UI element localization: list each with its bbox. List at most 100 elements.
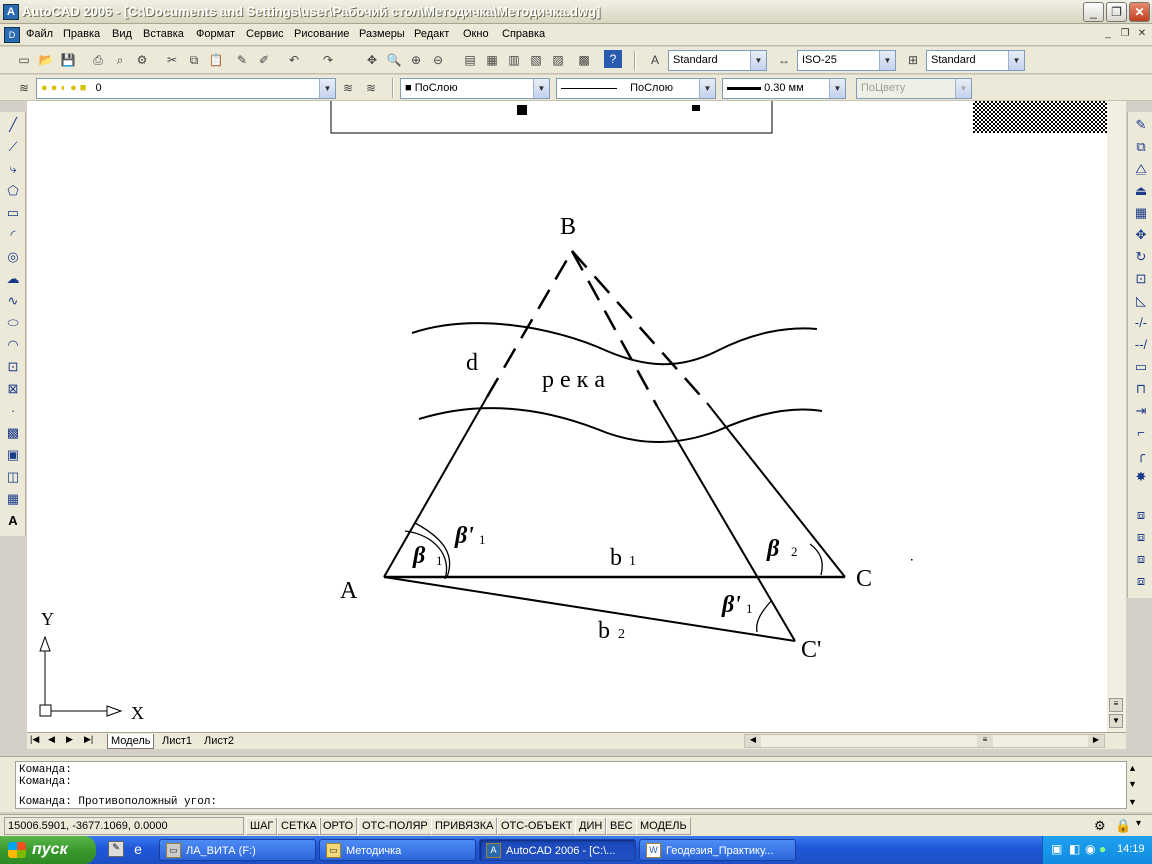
trim-icon[interactable]: -/- — [1131, 313, 1151, 333]
tray-settings-icon[interactable]: ▾ — [1136, 818, 1141, 829]
spline-icon[interactable]: ∿ — [3, 291, 23, 311]
dim-style-icon[interactable]: ↔ — [774, 50, 794, 70]
multiline-text-icon[interactable]: A — [3, 511, 23, 531]
move-icon[interactable]: ✥ — [1131, 225, 1151, 245]
layer-combo[interactable]: ● ● ◐ ● ■ 0 ▼ — [36, 78, 336, 99]
circle-icon[interactable]: ◎ — [3, 247, 23, 267]
paste-icon[interactable]: 📋 — [206, 50, 226, 70]
arc-icon[interactable]: ◜ — [3, 225, 23, 245]
task-autocad[interactable]: A AutoCAD 2006 - [C:\... — [479, 839, 636, 861]
menu-file[interactable]: Файл — [26, 28, 53, 40]
menu-edit[interactable]: Правка — [63, 28, 100, 40]
menu-dimension[interactable]: Размеры — [359, 28, 405, 40]
tab-layout1[interactable]: Лист1 — [159, 734, 195, 749]
rotate-icon[interactable]: ↻ — [1131, 247, 1151, 267]
toggle-polar[interactable]: ОТС-ПОЛЯР — [358, 817, 432, 835]
match-properties-icon[interactable]: ✎ — [232, 50, 252, 70]
doc-restore-button[interactable]: ❐ — [1117, 26, 1133, 42]
mirror-icon[interactable]: ⧋ — [1131, 159, 1151, 179]
send-under-icon[interactable]: ⧈ — [1131, 571, 1151, 591]
draw-order-back-icon[interactable]: ⧈ — [1131, 527, 1151, 547]
draw-order-front-icon[interactable]: ⧈ — [1131, 505, 1151, 525]
volume-icon[interactable]: ◧ — [1069, 842, 1080, 856]
shield-icon[interactable]: ● — [1099, 842, 1106, 856]
river-bank-bottom[interactable] — [418, 407, 823, 443]
calculator-icon[interactable]: ▩ — [574, 50, 594, 70]
menu-view[interactable]: Вид — [112, 28, 132, 40]
scroll-left-icon[interactable]: ◀ — [745, 735, 761, 747]
menu-format[interactable]: Формат — [196, 28, 235, 40]
dim-style-combo[interactable]: ISO-25 ▼ — [797, 50, 896, 71]
internet-explorer-icon[interactable]: e — [130, 841, 146, 857]
chevron-down-icon[interactable]: ▼ — [879, 51, 895, 70]
sheet-set-icon[interactable]: ▧ — [526, 50, 546, 70]
scale-icon[interactable]: ⊡ — [1131, 269, 1151, 289]
text-style-icon[interactable]: A — [645, 50, 665, 70]
cmd-scroll-down-icon[interactable]: ▼ — [1128, 779, 1137, 789]
fillet-icon[interactable]: ╭ — [1131, 445, 1151, 465]
toggle-model[interactable]: МОДЕЛЬ — [636, 817, 691, 835]
network-icon[interactable]: ▣ — [1051, 842, 1062, 856]
toggle-ortho[interactable]: ОРТО — [319, 817, 358, 835]
antivirus-icon[interactable]: ◉ — [1085, 842, 1095, 856]
markup-icon[interactable]: ▨ — [548, 50, 568, 70]
join-icon[interactable]: ⇥ — [1131, 401, 1151, 421]
scroll-thumb[interactable]: ≡ — [977, 735, 993, 747]
make-block-icon[interactable]: ⊠ — [3, 379, 23, 399]
linetype-combo[interactable]: ПоСлою ▼ — [556, 78, 716, 99]
hatch-icon[interactable]: ▩ — [3, 423, 23, 443]
lock-icon[interactable]: 🔒 — [1115, 818, 1131, 834]
chevron-down-icon[interactable]: ▼ — [829, 79, 845, 98]
open-icon[interactable]: 📂 — [36, 50, 56, 70]
command-history[interactable]: Команда: Команда: Команда: Противоположный… — [15, 761, 1127, 809]
tab-last-icon[interactable]: ▶| — [84, 734, 93, 745]
new-icon[interactable]: ▭ — [14, 50, 34, 70]
chamfer-icon[interactable]: ⌐ — [1131, 423, 1151, 443]
start-button[interactable]: пуск — [0, 836, 96, 864]
block-editor-icon[interactable]: ✐ — [254, 50, 274, 70]
erase-icon[interactable]: ✎ — [1131, 115, 1151, 135]
tab-prev-icon[interactable]: ◀ — [48, 734, 55, 745]
line-icon[interactable]: ╱ — [3, 115, 23, 135]
scroll-thumb[interactable]: ≡ — [1109, 698, 1123, 712]
save-icon[interactable]: 💾 — [58, 50, 78, 70]
drawing-canvas[interactable]: B A C C' d р е к а b 1 b 2 β 1 β' 1 β 2 … — [27, 101, 1107, 732]
revision-cloud-icon[interactable]: ☁ — [3, 269, 23, 289]
toggle-lwt[interactable]: ВЕС — [606, 817, 637, 835]
tab-layout2[interactable]: Лист2 — [201, 734, 237, 749]
make-layer-current-icon[interactable]: ≋ — [338, 78, 358, 98]
toggle-otrack[interactable]: ОТС-ОБЪЕКТ — [497, 817, 577, 835]
point-icon[interactable]: · — [3, 401, 23, 421]
clock[interactable]: 14:19 — [1117, 843, 1145, 855]
tool-palettes-icon[interactable]: ▥ — [504, 50, 524, 70]
minimize-button[interactable]: _ — [1083, 2, 1104, 22]
text-style-combo[interactable]: Standard ▼ — [668, 50, 767, 71]
design-center-icon[interactable]: ▦ — [482, 50, 502, 70]
task-folder[interactable]: ▭ Методичка — [319, 839, 476, 861]
stray-point[interactable] — [911, 559, 913, 561]
chevron-down-icon[interactable]: ▼ — [750, 51, 766, 70]
tab-first-icon[interactable]: |◀ — [30, 734, 39, 745]
toggle-snap[interactable]: ШАГ — [246, 817, 278, 835]
menu-modify[interactable]: Редакт — [414, 28, 449, 40]
menu-service[interactable]: Сервис — [246, 28, 284, 40]
layer-previous-icon[interactable]: ≋ — [361, 78, 381, 98]
construction-line-icon[interactable]: ⟋ — [3, 137, 23, 157]
array-icon[interactable]: ▦ — [1131, 203, 1151, 223]
polygon-icon[interactable]: ⬠ — [3, 181, 23, 201]
zoom-realtime-icon[interactable]: 🔍 — [384, 50, 404, 70]
zoom-window-icon[interactable]: ⊕ — [406, 50, 426, 70]
menu-draw[interactable]: Рисование — [294, 28, 349, 40]
ellipse-arc-icon[interactable]: ◠ — [3, 335, 23, 355]
chevron-down-icon[interactable]: ▼ — [1008, 51, 1024, 70]
show-desktop-icon[interactable]: ✎ — [108, 841, 124, 857]
table-style-combo[interactable]: Standard ▼ — [926, 50, 1025, 71]
redo-icon[interactable]: ↷ — [318, 50, 338, 70]
stretch-icon[interactable]: ◺ — [1131, 291, 1151, 311]
chevron-down-icon[interactable]: ▼ — [699, 79, 715, 98]
gradient-icon[interactable]: ▣ — [3, 445, 23, 465]
menu-insert[interactable]: Вставка — [143, 28, 184, 40]
offset-icon[interactable]: ⏏ — [1131, 181, 1151, 201]
horizontal-scrollbar[interactable]: ◀ ≡ ▶ — [744, 734, 1105, 748]
command-prompt[interactable]: Команда: Противоположный угол: — [19, 796, 1123, 808]
